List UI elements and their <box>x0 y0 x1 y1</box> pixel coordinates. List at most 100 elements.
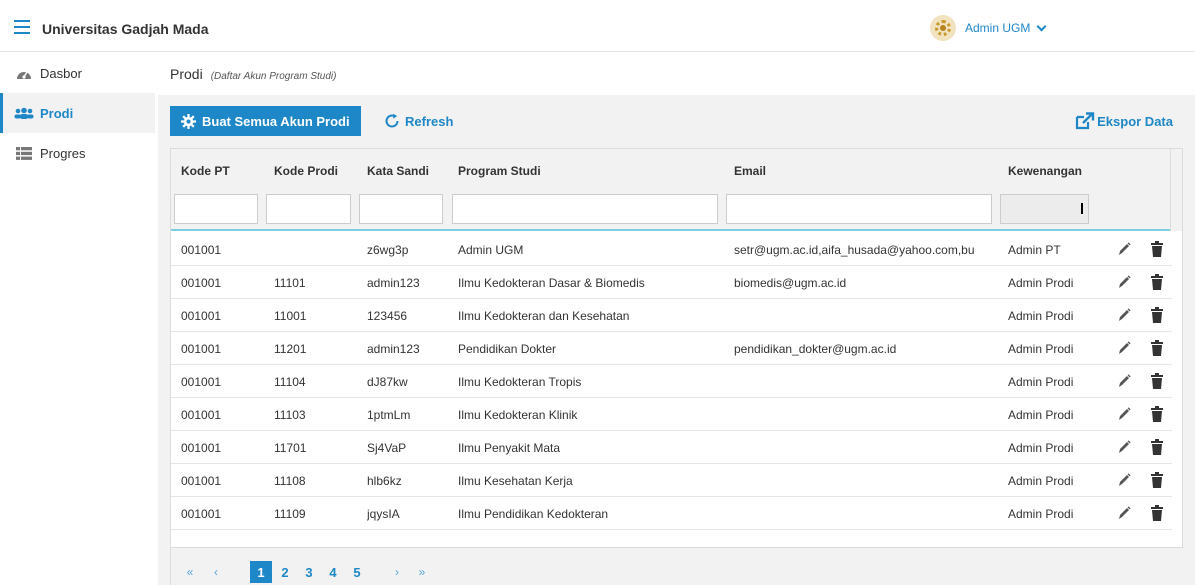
filter-email-input[interactable] <box>726 194 992 224</box>
page-button-4[interactable]: 4 <box>322 561 344 583</box>
cell-kata-sandi: 1ptmLm <box>367 408 411 422</box>
cell-kode-pt: 001001 <box>181 276 222 290</box>
filter-kata-sandi-input[interactable] <box>359 194 443 224</box>
column-header-email[interactable]: Email <box>734 164 766 178</box>
refresh-label: Refresh <box>405 113 454 129</box>
app-title: Universitas Gadjah Mada <box>42 21 209 37</box>
hamburger-menu-icon[interactable] <box>14 20 30 34</box>
cell-kewenangan: Admin Prodi <box>1008 507 1074 521</box>
header-scrollbar-gutter <box>1170 149 1182 231</box>
page-last-button[interactable]: » <box>411 561 433 583</box>
cell-kewenangan: Admin PT <box>1008 243 1061 257</box>
cell-kode-pt: 001001 <box>181 342 222 356</box>
edit-pencil-icon[interactable] <box>1117 307 1131 323</box>
sidebar-item-label: Prodi <box>40 105 74 121</box>
page-next-button[interactable]: › <box>386 561 408 583</box>
edit-pencil-icon[interactable] <box>1117 241 1131 257</box>
refresh-button[interactable]: Refresh <box>384 106 453 136</box>
delete-trash-icon[interactable] <box>1151 241 1165 257</box>
table-row[interactable]: 001001 11109 jqysIA Ilmu Pendidikan Kedokte… <box>171 497 1172 530</box>
refresh-icon <box>385 113 399 128</box>
table-row[interactable]: 001001 11201 admin123 Pendidikan Dokter pend… <box>171 332 1172 365</box>
cell-program-studi: Ilmu Kedokteran Dasar & Biomedis <box>458 276 645 290</box>
sidebar: Dasbor Prodi Progres <box>0 53 155 585</box>
dashboard-icon <box>14 66 34 80</box>
cell-kode-pt: 001001 <box>181 441 222 455</box>
edit-pencil-icon[interactable] <box>1117 505 1131 521</box>
cell-email: setr@ugm.ac.id,aifa_husada@yahoo.com,bu <box>734 243 975 257</box>
cell-kode-prodi: 11001 <box>274 309 307 323</box>
edit-pencil-icon[interactable] <box>1117 472 1131 488</box>
column-header-program-studi[interactable]: Program Studi <box>458 164 541 178</box>
external-link-icon <box>1076 112 1095 130</box>
cell-kata-sandi: 123456 <box>367 309 408 323</box>
cell-kewenangan: Admin Prodi <box>1008 276 1074 290</box>
delete-trash-icon[interactable] <box>1151 505 1165 521</box>
table-row[interactable]: 001001 11103 1ptmLm Ilmu Kedokteran Klinik A… <box>171 398 1172 431</box>
chevron-down-icon <box>1036 21 1047 31</box>
cell-kata-sandi: dJ87kw <box>367 375 408 389</box>
edit-pencil-icon[interactable] <box>1117 439 1131 455</box>
cell-kode-pt: 001001 <box>181 474 222 488</box>
page-button-3[interactable]: 3 <box>298 561 320 583</box>
sidebar-item-progres[interactable]: Progres <box>0 133 155 173</box>
page-button-5[interactable]: 5 <box>346 561 368 583</box>
delete-trash-icon[interactable] <box>1151 439 1165 455</box>
cell-kode-pt: 001001 <box>181 243 222 257</box>
table-row[interactable]: 001001 11101 admin123 Ilmu Kedokteran Dasar… <box>171 266 1172 299</box>
edit-pencil-icon[interactable] <box>1117 274 1131 290</box>
cell-kode-prodi: 11104 <box>274 375 306 389</box>
filter-program-studi-input[interactable] <box>452 194 718 224</box>
filter-kewenangan-select[interactable] <box>1000 194 1089 224</box>
cell-kata-sandi: admin123 <box>367 342 420 356</box>
page-prev-button[interactable]: ‹ <box>205 561 227 583</box>
export-data-button[interactable]: Ekspor Data <box>1075 106 1173 136</box>
column-header-kewenangan[interactable]: Kewenangan <box>1008 164 1082 178</box>
create-all-accounts-button[interactable]: Buat Semua Akun Prodi <box>170 106 361 136</box>
cell-kata-sandi: Sj4VaP <box>367 441 407 455</box>
table-row[interactable]: 001001 11001 123456 Ilmu Kedokteran dan Kes… <box>171 299 1172 332</box>
cell-kode-prodi: 11103 <box>274 408 306 422</box>
delete-trash-icon[interactable] <box>1151 472 1165 488</box>
cell-kode-pt: 001001 <box>181 408 222 422</box>
cell-kode-prodi: 11108 <box>274 474 306 488</box>
cell-kode-prodi: 11101 <box>274 276 306 290</box>
delete-trash-icon[interactable] <box>1151 406 1165 422</box>
page-button-1[interactable]: 1 <box>250 561 272 583</box>
cell-program-studi: Ilmu Penyakit Mata <box>458 441 561 455</box>
filter-kode-prodi-input[interactable] <box>266 194 351 224</box>
filter-kode-pt-input[interactable] <box>174 194 258 224</box>
cell-kode-pt: 001001 <box>181 309 222 323</box>
user-name: Admin UGM <box>965 21 1031 35</box>
sidebar-item-dasbor[interactable]: Dasbor <box>0 53 155 93</box>
export-data-label: Ekspor Data <box>1097 113 1173 129</box>
cell-kata-sandi: jqysIA <box>367 507 400 521</box>
top-bar: Universitas Gadjah Mada Admin UGM <box>0 0 1195 52</box>
table-row[interactable]: 001001 11104 dJ87kw Ilmu Kedokteran Tropis A… <box>171 365 1172 398</box>
edit-pencil-icon[interactable] <box>1117 340 1131 356</box>
page-first-button[interactable]: « <box>179 561 201 583</box>
sidebar-item-prodi[interactable]: Prodi <box>0 93 155 133</box>
edit-pencil-icon[interactable] <box>1117 406 1131 422</box>
cell-kata-sandi: z6wg3p <box>367 243 409 257</box>
cell-email: pendidikan_dokter@ugm.ac.id <box>734 342 897 356</box>
pagination: « ‹ 1 2 3 4 5 › » <box>171 547 1184 585</box>
sidebar-item-label: Dasbor <box>40 65 82 81</box>
create-all-accounts-label: Buat Semua Akun Prodi <box>202 113 350 129</box>
cell-kode-pt: 001001 <box>181 507 222 521</box>
delete-trash-icon[interactable] <box>1151 340 1165 356</box>
table-row[interactable]: 001001 11701 Sj4VaP Ilmu Penyakit Mata Admin… <box>171 431 1172 464</box>
delete-trash-icon[interactable] <box>1151 274 1165 290</box>
cell-kode-prodi: 11701 <box>274 441 307 455</box>
page-button-2[interactable]: 2 <box>274 561 296 583</box>
delete-trash-icon[interactable] <box>1151 307 1165 323</box>
column-header-kata-sandi[interactable]: Kata Sandi <box>367 164 429 178</box>
table-row[interactable]: 001001 z6wg3p Admin UGM setr@ugm.ac.id,aifa… <box>171 233 1172 266</box>
edit-pencil-icon[interactable] <box>1117 373 1131 389</box>
delete-trash-icon[interactable] <box>1151 373 1165 389</box>
table-row[interactable]: 001001 11108 hlb6kz Ilmu Kesehatan Kerja Adm… <box>171 464 1172 497</box>
page-title: Prodi <box>170 66 203 82</box>
column-header-kode-prodi[interactable]: Kode Prodi <box>274 164 338 178</box>
column-header-kode-pt[interactable]: Kode PT <box>181 164 230 178</box>
user-menu[interactable]: Admin UGM <box>930 15 1047 41</box>
